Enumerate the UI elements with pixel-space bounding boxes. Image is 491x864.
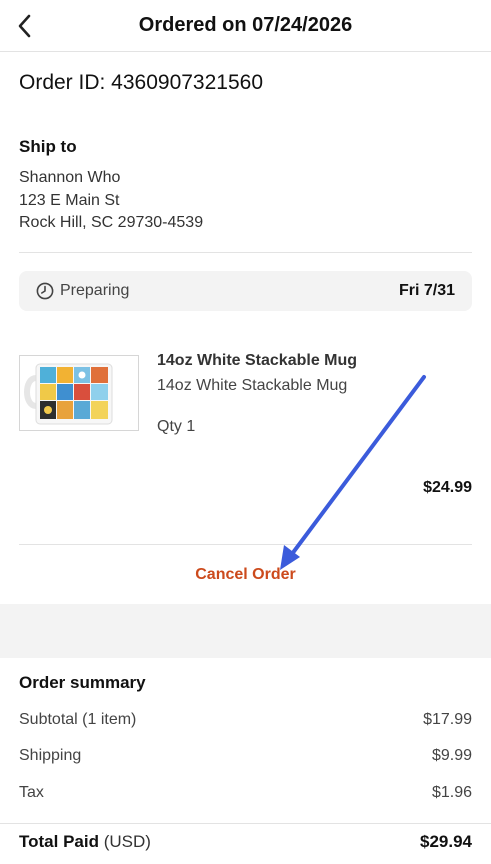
total-paid-row: Total Paid (USD) $29.94 <box>19 832 472 852</box>
product-price: $24.99 <box>423 479 472 496</box>
summary-label: Tax <box>19 784 44 801</box>
order-id: Order ID: 4360907321560 <box>19 71 264 94</box>
total-label: Total Paid <box>19 832 99 851</box>
order-summary-heading: Order summary <box>19 673 146 692</box>
divider <box>19 544 472 545</box>
divider <box>19 252 472 253</box>
currency-label: (USD) <box>103 832 151 851</box>
product-thumbnail[interactable] <box>19 355 139 431</box>
summary-label: Subtotal (1 item) <box>19 711 137 728</box>
section-separator <box>0 604 491 658</box>
summary-label: Shipping <box>19 747 82 764</box>
status-label: Preparing <box>60 282 130 299</box>
summary-value: $17.99 <box>423 711 472 728</box>
page-title: Ordered on 07/24/2026 <box>138 14 353 36</box>
product-quantity: Qty 1 <box>157 418 196 435</box>
top-bar: Ordered on 07/24/2026 <box>0 0 491 52</box>
cancel-order-button[interactable]: Cancel Order <box>0 566 491 584</box>
city-state-zip: Rock Hill, SC 29730-4539 <box>19 214 204 231</box>
product-title[interactable]: 14oz White Stackable Mug <box>157 352 357 370</box>
shipment-status-bar: Preparing Fri 7/31 <box>19 271 472 311</box>
recipient-name: Shannon Who <box>19 169 121 186</box>
mug-image <box>20 356 138 430</box>
annotation-arrow <box>280 375 426 570</box>
street-address: 123 E Main St <box>19 192 120 209</box>
summary-value: $1.96 <box>431 784 472 801</box>
product-variant: 14oz White Stackable Mug <box>157 377 348 394</box>
divider <box>0 823 491 824</box>
summary-value: $9.99 <box>431 747 472 764</box>
delivery-date: Fri 7/31 <box>398 282 455 299</box>
total-value: $29.94 <box>420 832 472 851</box>
clock-icon <box>36 282 54 300</box>
ship-to-heading: Ship to <box>19 137 77 156</box>
